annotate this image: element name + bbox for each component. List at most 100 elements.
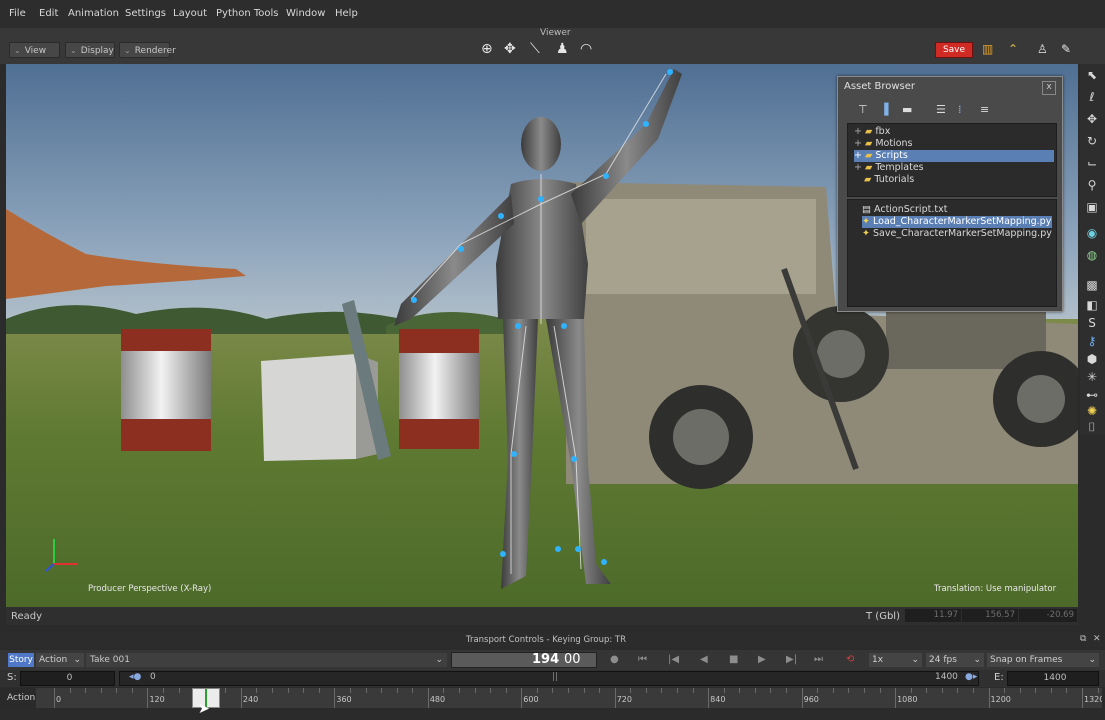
go-end-icon[interactable]: ⏭ [814, 653, 823, 667]
single-view-icon[interactable]: ▬ [902, 103, 912, 116]
world-icon[interactable]: ◍ [1085, 248, 1099, 262]
mode-dropdown[interactable]: Action ⌄ [36, 653, 84, 667]
curve-tool-icon[interactable]: S [1085, 316, 1099, 330]
menu-edit[interactable]: Edit [39, 8, 58, 19]
transform-y-field[interactable]: 156.57 [962, 609, 1018, 622]
menu-help[interactable]: Help [335, 8, 358, 19]
globe-icon[interactable]: ◉ [1085, 226, 1099, 240]
play-icon[interactable]: ▶ [758, 653, 766, 667]
cube-icon[interactable]: ▩ [1085, 278, 1099, 292]
asset-browser-title: Asset Browser [844, 81, 916, 92]
ruler-tick [895, 688, 897, 708]
transform-x-field[interactable]: 11.97 [905, 609, 961, 622]
bone-icon[interactable]: ⟍ [530, 40, 540, 58]
save-button[interactable]: Save [935, 42, 973, 58]
camera-icon[interactable]: ⌷ [1085, 420, 1099, 434]
timeline-ruler[interactable]: 0 120 240 360 480 600 720 840 960 1080 1200 1320 [36, 688, 1102, 708]
curve-icon[interactable]: ⌃ [1008, 40, 1018, 58]
speed-dropdown[interactable]: 1x ⌄ [869, 653, 922, 667]
display-dropdown[interactable]: ⌄ Display [65, 42, 115, 58]
rotate-icon[interactable]: ↻ [1085, 134, 1099, 148]
split-view-icon[interactable]: ▐ [880, 103, 888, 116]
close-panel-icon[interactable]: ✕ [1093, 634, 1101, 644]
ruler-tick [427, 688, 429, 708]
tree-item-motions[interactable]: + ▰ Motions [854, 138, 912, 150]
file-item[interactable]: ▤ ActionScript.txt [862, 204, 947, 216]
play-back-icon[interactable]: ◀ [700, 653, 708, 667]
menu-python-tools[interactable]: Python Tools [216, 8, 278, 19]
restore-icon[interactable]: ⧉ [1080, 634, 1086, 644]
zoom-range-bar[interactable]: ◂● 0 || 1400 ●▸ [119, 671, 979, 686]
ruler-tick [957, 688, 959, 693]
frame-icon[interactable]: ▣ [1085, 200, 1099, 214]
tree-view-icon[interactable]: ⊤ [858, 103, 868, 116]
list-view-icon[interactable]: ☰ [936, 103, 946, 116]
zoom-start-handle-icon[interactable]: ◂● [129, 672, 141, 682]
renderer-dropdown[interactable]: ⌄ Renderer [119, 42, 176, 58]
translate-icon[interactable]: ✥ [504, 40, 516, 58]
end-label: E: [994, 672, 1004, 683]
ruler-tick [54, 688, 55, 708]
menu-layout[interactable]: Layout [173, 8, 207, 19]
fps-dropdown[interactable]: 24 fps ⌄ [926, 653, 984, 667]
lasso-icon[interactable]: ℓ [1085, 90, 1099, 104]
take-dropdown[interactable]: Take 001 ⌄ [86, 653, 447, 667]
go-start-icon[interactable]: ⏮ [638, 653, 647, 667]
ruler-tick-label: 480 [429, 695, 446, 704]
stop-icon[interactable]: ■ [729, 653, 738, 667]
snap-dropdown[interactable]: Snap on Frames ⌄ [987, 653, 1099, 667]
end-frame-field[interactable]: 1400 [1007, 671, 1099, 686]
tree-item-scripts[interactable]: + ▰ Scripts [854, 150, 1054, 162]
cube-outline-icon[interactable]: ◧ [1085, 298, 1099, 312]
arc-icon[interactable]: ◠ [580, 40, 592, 58]
menu-settings[interactable]: Settings [125, 8, 166, 19]
fps-label: 24 fps [929, 655, 957, 665]
pivot-icon[interactable]: ⚲ [1085, 178, 1099, 192]
marker-icon[interactable]: ⊷ [1085, 388, 1099, 402]
prev-key-icon[interactable]: |◀ [668, 653, 679, 667]
take-label: Take 001 [90, 655, 130, 665]
zoom-end-handle-icon[interactable]: ●▸ [965, 672, 977, 682]
constraint-icon[interactable]: ⚷ [1085, 334, 1099, 348]
tree-item-tutorials[interactable]: ▰ Tutorials [864, 174, 914, 186]
start-frame-field[interactable]: 0 [20, 671, 115, 686]
tree-item-fbx[interactable]: + ▰ fbx [854, 126, 890, 138]
frame-counter[interactable]: 194 00 [451, 652, 597, 668]
ruler-tick [1035, 688, 1037, 693]
zoom-grip-icon[interactable]: || [552, 672, 558, 682]
camera-label: Producer Perspective (X-Ray) [88, 584, 212, 594]
file-item[interactable]: ✦ Save_CharacterMarkerSetMapping.py [862, 228, 1052, 240]
loop-icon[interactable]: ⟲ [846, 653, 854, 667]
detail-view-icon[interactable]: ≡ [980, 103, 989, 116]
ruler-tick [443, 688, 445, 693]
ruler-tick-label: 600 [523, 695, 539, 704]
keyframe-icon[interactable]: ▥ [982, 40, 993, 58]
ruler-tick [1004, 688, 1006, 693]
ruler-tick-label: 960 [803, 695, 819, 704]
next-key-icon[interactable]: ▶| [786, 653, 797, 667]
scale-icon[interactable]: ⌙ [1085, 156, 1099, 170]
file-item-selected[interactable]: ✦ Load_CharacterMarkerSetMapping.py [862, 216, 1052, 228]
person-icon[interactable]: ♙ [1037, 40, 1048, 58]
select-arrow-icon[interactable]: ⬉ [1085, 68, 1099, 82]
tree-item-templates[interactable]: + ▰ Templates [854, 162, 924, 174]
character-icon[interactable]: ♟ [556, 40, 569, 58]
transform-z-field[interactable]: -20.69 [1019, 609, 1077, 622]
story-button[interactable]: Story [8, 653, 34, 667]
settings-brush-icon[interactable]: ✎ [1061, 40, 1071, 58]
menu-window[interactable]: Window [286, 8, 325, 19]
menu-file[interactable]: File [9, 8, 26, 19]
ruler-tick [490, 688, 492, 693]
hexagon-icon[interactable]: ⬢ [1085, 352, 1099, 366]
rotate-gizmo-icon[interactable]: ⊕ [481, 40, 493, 58]
icon-view-icon[interactable]: ⁞ [958, 103, 962, 116]
menu-animation[interactable]: Animation [68, 8, 119, 19]
record-icon[interactable]: ● [610, 653, 619, 667]
ruler-tick [334, 688, 336, 708]
close-icon[interactable]: x [1042, 81, 1056, 95]
ruler-tick [988, 688, 990, 708]
light-icon[interactable]: ✺ [1085, 404, 1099, 418]
move-icon[interactable]: ✥ [1085, 112, 1099, 126]
view-dropdown[interactable]: ⌄ View [9, 42, 60, 58]
skeleton-icon[interactable]: ✳ [1085, 370, 1099, 384]
